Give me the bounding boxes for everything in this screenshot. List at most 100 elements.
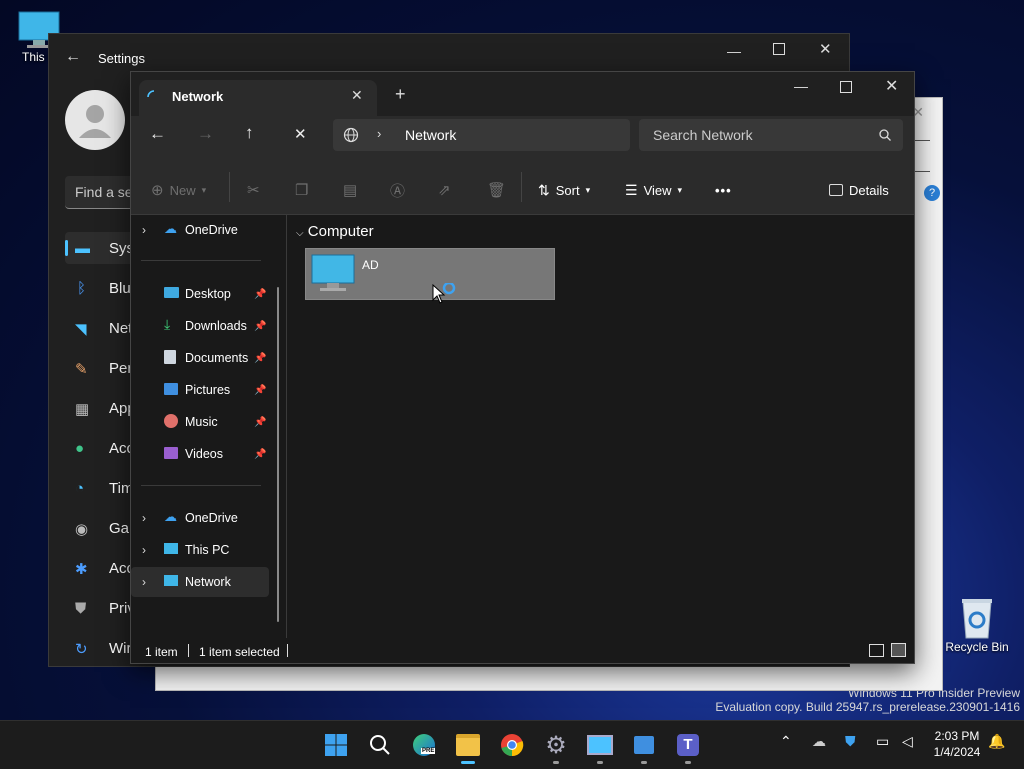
help-icon[interactable]: ? [924,185,940,201]
chevron-right-icon[interactable]: › [142,223,146,237]
rename-button[interactable]: Ⓐ [390,176,405,204]
address-bar[interactable]: › Network [333,119,630,151]
teams-button[interactable]: T [672,729,704,764]
nav-item-personalization[interactable]: ✎ Pers [73,360,140,396]
network-tool-button[interactable] [628,729,660,764]
delete-button[interactable]: 🗑 [487,176,506,204]
file-explorer-taskbar-button[interactable] [452,729,484,764]
nav-item-apps[interactable]: ▦ App [73,400,136,436]
chevron-right-icon[interactable]: › [142,511,146,525]
network-icon [164,575,178,586]
nav-item-documents[interactable]: Documents 📌 [131,343,269,373]
details-view-icon[interactable] [869,644,884,657]
nav-label: OneDrive [185,511,238,525]
cloud-icon: ☁ [164,221,177,236]
nav-item-time[interactable]: ◔ Tim [73,480,133,516]
nav-item-videos[interactable]: Videos 📌 [131,439,269,469]
share-button[interactable]: ⇗ [438,176,451,204]
group-header[interactable]: ⌵ Computer [296,223,374,240]
close-icon[interactable]: ✕ [351,87,363,104]
back-arrow-icon[interactable]: ← [149,124,166,144]
clock-date: 1/4/2024 [933,745,981,759]
nav-item-windows-update[interactable]: ↻ Wir [73,640,133,676]
chevron-right-icon[interactable]: › [142,575,146,589]
pin-icon[interactable]: 📌 [254,321,266,332]
stop-loading-icon[interactable]: ✕ [294,125,307,143]
tiles-view-icon[interactable] [891,643,906,657]
sort-icon: ⇅ [538,181,550,198]
pane-splitter[interactable] [286,215,287,638]
minimize-icon[interactable]: — [794,78,808,94]
network-status-icon[interactable]: ▭ [876,733,889,750]
up-arrow-icon[interactable]: ↑ [245,123,254,143]
search-placeholder: Search Network [653,127,753,143]
copy-button[interactable]: ❐ [295,176,308,204]
chrome-button[interactable] [496,729,528,761]
nav-item-music[interactable]: Music 📌 [131,407,269,437]
close-icon[interactable]: ✕ [885,76,898,96]
start-button[interactable] [320,729,352,761]
scrollbar-thumb[interactable] [277,287,279,622]
network-computer-item[interactable]: AD [305,248,555,300]
network-monitor-icon [634,736,654,754]
nav-item-accounts[interactable]: ● Acc [73,440,134,476]
nav-item-pictures[interactable]: Pictures 📌 [131,375,269,405]
pin-icon[interactable]: 📌 [254,449,266,460]
tab-network[interactable]: Network ✕ [139,80,377,116]
nav-item-network[interactable]: ◥ Net [73,320,133,356]
view-button[interactable]: ☰ View ▾ [625,176,682,204]
chevron-right-icon[interactable]: › [142,543,146,557]
nav-item-gaming[interactable]: ◉ Gar [73,520,134,556]
pin-icon[interactable]: 📌 [254,289,266,300]
nav-label: Music [185,415,218,429]
minimize-icon[interactable]: — [727,43,741,59]
new-tab-plus-icon[interactable]: + [395,84,406,105]
nav-item-this-pc[interactable]: › This PC [131,535,269,565]
search-button[interactable] [364,729,396,761]
breadcrumb-location[interactable]: Network [405,127,456,143]
cut-button[interactable]: ✂ [247,176,260,204]
nav-label: Pictures [185,383,231,397]
forward-arrow-icon[interactable]: → [197,124,214,144]
more-options-button[interactable]: ••• [715,176,732,204]
nav-item-onedrive[interactable]: › ☁ OneDrive [131,503,269,533]
nav-item-accessibility[interactable]: ✱ Acc [73,560,134,596]
nav-item-onedrive[interactable]: › ☁ OneDrive [131,215,269,245]
apps-icon: ▦ [75,401,90,418]
chevron-down-icon: ▾ [585,184,591,195]
sort-button[interactable]: ⇅ Sort ▾ [538,176,590,204]
volume-muted-icon[interactable]: ◁ [902,733,913,750]
search-input[interactable]: Search Network [639,119,903,151]
divider [141,485,261,486]
view-icon: ☰ [625,181,638,198]
new-button[interactable]: ⊕ New ▾ [151,176,206,204]
nav-item-network[interactable]: › Network [131,567,269,597]
nav-item-downloads[interactable]: ⤓ Downloads 📌 [131,311,269,341]
pin-icon[interactable]: 📌 [254,417,266,428]
folder-icon [456,734,480,756]
nav-label: OneDrive [185,223,238,237]
details-button[interactable]: Details [829,176,889,204]
show-hidden-icons-chevron-icon[interactable]: ⌃ [780,733,792,750]
maximize-icon[interactable] [773,43,785,55]
group-header-label: Computer [307,223,374,240]
close-icon[interactable]: ✕ [819,40,832,58]
paste-button[interactable]: ▤ [343,176,357,204]
clock[interactable]: 2:03 PM 1/4/2024 [930,728,984,760]
maximize-icon[interactable] [840,81,852,93]
back-arrow-icon[interactable]: ← [65,48,81,66]
edge-preview-button[interactable]: PRE [408,729,440,761]
search-icon [879,129,891,141]
pin-icon[interactable]: 📌 [254,353,266,364]
desktop-icon-recycle-bin[interactable]: Recycle Bin [940,596,1014,654]
remote-desktop-button[interactable] [584,729,616,764]
cloud-offline-icon[interactable]: ☁ [812,733,826,750]
nav-item-bluetooth[interactable]: ᛒ Blue [73,280,139,316]
nav-item-desktop[interactable]: Desktop 📌 [131,279,269,309]
nav-item-privacy[interactable]: ⛊ Priv [73,600,135,636]
notification-bell-icon[interactable]: 🔔 [988,733,1005,750]
security-shield-icon[interactable]: ⛊ [845,733,856,750]
nav-item-system[interactable]: ▬ Syst [73,240,138,276]
pin-icon[interactable]: 📌 [254,385,266,396]
settings-taskbar-button[interactable]: ⚙ [540,729,572,764]
